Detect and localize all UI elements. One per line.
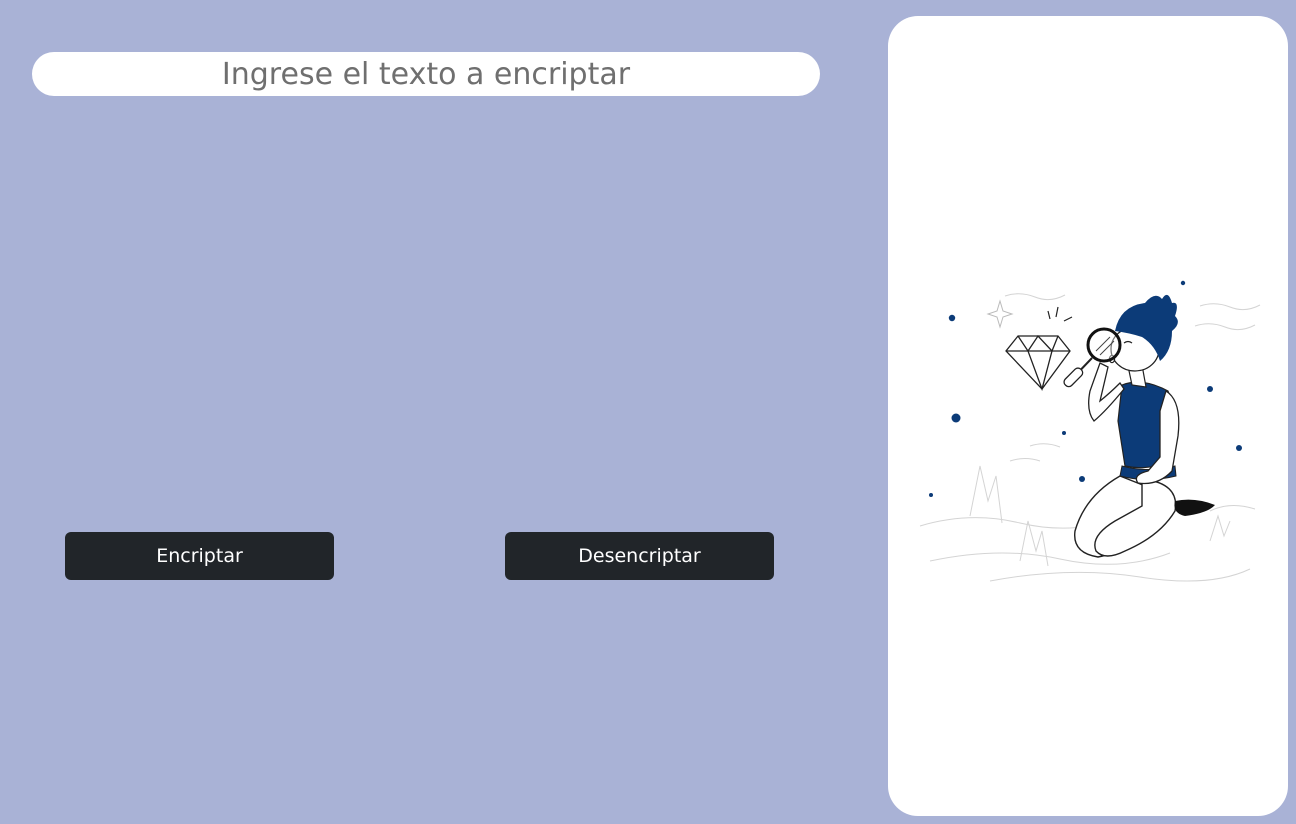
encrypt-button[interactable]: Encriptar [65, 532, 334, 580]
text-input[interactable] [32, 52, 820, 96]
app-page: Encriptar Desencriptar [0, 0, 1296, 824]
output-panel [888, 16, 1288, 816]
person-magnifying-glass-illustration [919, 280, 1261, 582]
decrypt-button[interactable]: Desencriptar [505, 532, 774, 580]
